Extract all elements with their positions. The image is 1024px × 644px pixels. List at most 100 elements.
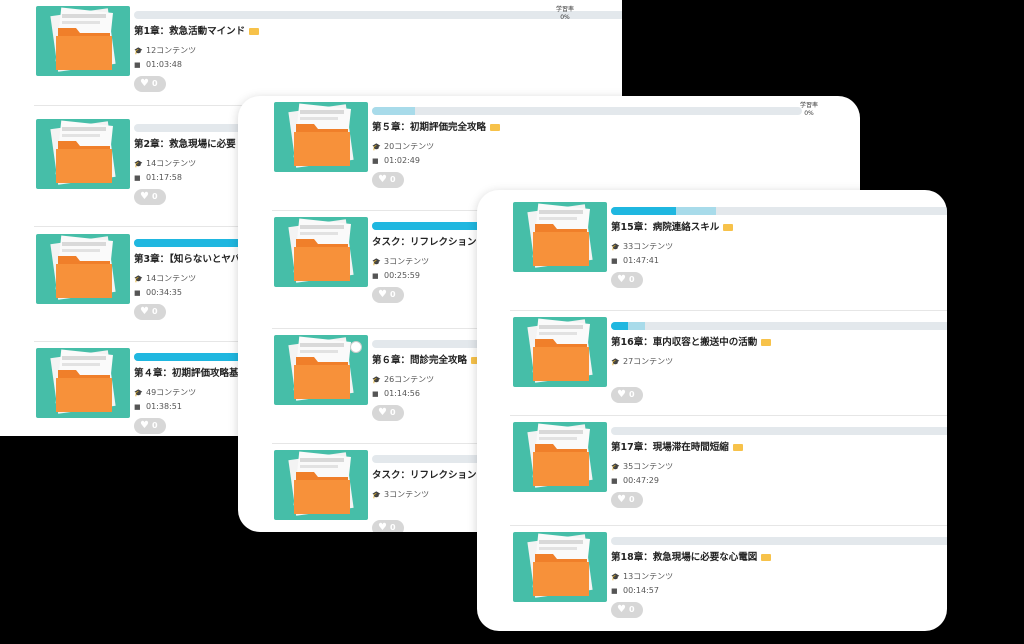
course-thumbnail[interactable]	[274, 450, 368, 520]
course-title-text: 第６章：問診完全攻略	[372, 355, 468, 366]
course-item[interactable]: 第18章：救急現場に必要な心電図 🎓 13コンテンツ ■ 00:14:57 ♥ 0	[477, 526, 947, 631]
content-count-text: 27コンテンツ	[623, 357, 674, 366]
course-title[interactable]: 第3章：【知らないとヤバ	[134, 251, 255, 265]
like-count: 0	[390, 175, 396, 184]
video-camera-icon: ■	[134, 174, 141, 182]
course-title[interactable]: 第15章：病院連絡スキル	[611, 219, 734, 233]
learning-rate-value: 0%	[804, 110, 814, 117]
course-thumbnail[interactable]	[274, 217, 368, 287]
course-thumbnail[interactable]	[513, 202, 607, 272]
heart-icon: ♥	[378, 522, 387, 532]
course-item[interactable]: 第16章：車内収容と搬送中の活動 🎓 27コンテンツ ♥ 0	[477, 311, 947, 416]
graduation-cap-icon: 🎓	[611, 243, 620, 251]
like-button[interactable]: ♥ 0	[134, 418, 166, 434]
course-title[interactable]: 第18章：救急現場に必要な心電図	[611, 549, 772, 563]
content-count: 🎓 49コンテンツ	[134, 387, 196, 398]
like-count: 0	[629, 275, 635, 284]
course-item[interactable]: 学習率 0% 第1章：救急活動マインド 🎓 12コンテンツ ■ 01:03:48 ♥ 0	[0, 0, 622, 106]
graduation-cap-icon: 🎓	[372, 258, 381, 266]
video-duration: ■ 01:38:51	[134, 402, 182, 411]
graduation-cap-icon: 🎓	[134, 275, 143, 283]
course-title[interactable]: タスク：リフレクション	[372, 234, 491, 248]
like-button[interactable]: ♥ 0	[372, 520, 404, 532]
course-thumbnail[interactable]	[274, 102, 368, 172]
video-duration: ■ 01:14:56	[372, 389, 420, 398]
like-button[interactable]: ♥ 0	[611, 387, 643, 403]
course-thumbnail[interactable]	[36, 6, 130, 76]
course-thumbnail[interactable]	[36, 234, 130, 304]
content-count: 🎓 20コンテンツ	[372, 141, 434, 152]
course-title-text: 第５章：初期評価完全攻略	[372, 122, 487, 133]
course-title[interactable]: 第17章：現場滞在時間短縮	[611, 439, 743, 453]
content-count-text: 35コンテンツ	[623, 462, 674, 471]
heart-icon: ♥	[140, 420, 149, 431]
content-count: 🎓 3コンテンツ	[372, 256, 429, 267]
like-count: 0	[629, 390, 635, 399]
content-count: 🎓 26コンテンツ	[372, 374, 434, 385]
heart-icon: ♥	[617, 494, 626, 505]
course-title-text: 第18章：救急現場に必要な心電図	[611, 552, 758, 563]
like-button[interactable]: ♥ 0	[372, 172, 404, 188]
content-count-text: 3コンテンツ	[384, 257, 430, 266]
like-button[interactable]: ♥ 0	[372, 405, 404, 421]
like-button[interactable]: ♥ 0	[611, 602, 643, 618]
course-title[interactable]: 第2章：救急現場に必要	[134, 136, 250, 150]
progress-bar	[611, 537, 947, 545]
content-count-text: 33コンテンツ	[623, 242, 674, 251]
course-thumbnail[interactable]	[36, 348, 130, 418]
like-count: 0	[152, 79, 158, 88]
folder-icon	[50, 235, 116, 300]
progress-complete	[611, 207, 676, 215]
course-title[interactable]: 第４章：初期評価攻略基	[134, 365, 253, 379]
like-button[interactable]: ♥ 0	[134, 304, 166, 320]
video-duration: ■ 01:17:58	[134, 173, 182, 182]
select-circle-icon[interactable]	[350, 341, 362, 353]
heart-icon: ♥	[140, 78, 149, 89]
course-title[interactable]: 第1章：救急活動マインド	[134, 23, 260, 37]
folder-icon	[527, 318, 593, 383]
video-duration-text: 00:34:35	[146, 288, 182, 297]
course-title-text: 第４章：初期評価攻略基	[134, 368, 239, 379]
content-count: 🎓 14コンテンツ	[134, 158, 196, 169]
folder-icon	[50, 7, 116, 72]
folder-icon	[761, 554, 772, 561]
progress-bar	[134, 11, 622, 19]
folder-icon	[732, 444, 743, 451]
course-title[interactable]: 第５章：初期評価完全攻略	[372, 119, 501, 133]
course-thumbnail[interactable]	[513, 532, 607, 602]
course-title-text: 第2章：救急現場に必要	[134, 139, 236, 150]
course-title[interactable]: 第６章：問診完全攻略	[372, 352, 482, 366]
like-count: 0	[152, 192, 158, 201]
folder-icon	[249, 28, 260, 35]
course-thumbnail[interactable]	[513, 422, 607, 492]
content-count-text: 12コンテンツ	[146, 46, 197, 55]
course-title-text: 第17章：現場滞在時間短縮	[611, 442, 729, 453]
course-thumbnail[interactable]	[274, 335, 368, 405]
folder-icon	[527, 203, 593, 268]
video-duration-text: 00:47:29	[623, 476, 659, 485]
course-thumbnail[interactable]	[36, 119, 130, 189]
like-count: 0	[629, 605, 635, 614]
like-button[interactable]: ♥ 0	[134, 189, 166, 205]
video-duration-text: 00:14:57	[623, 586, 659, 595]
graduation-cap-icon: 🎓	[372, 491, 381, 499]
content-count: 🎓 3コンテンツ	[372, 489, 429, 500]
graduation-cap-icon: 🎓	[372, 143, 381, 151]
content-count-text: 49コンテンツ	[146, 388, 197, 397]
course-item[interactable]: 第17章：現場滞在時間短縮 🎓 35コンテンツ ■ 00:47:29 ♥ 0	[477, 416, 947, 526]
content-count-text: 13コンテンツ	[623, 572, 674, 581]
like-button[interactable]: ♥ 0	[611, 272, 643, 288]
course-title[interactable]: 第16章：車内収容と搬送中の活動	[611, 334, 772, 348]
course-thumbnail[interactable]	[513, 317, 607, 387]
video-duration-text: 01:14:56	[384, 389, 420, 398]
like-count: 0	[390, 408, 396, 417]
like-button[interactable]: ♥ 0	[611, 492, 643, 508]
like-button[interactable]: ♥ 0	[372, 287, 404, 303]
video-duration: ■ 01:03:48	[134, 60, 182, 69]
course-title[interactable]: タスク：リフレクション	[372, 467, 491, 481]
video-duration: ■ 01:47:41	[611, 256, 659, 265]
folder-icon	[527, 533, 593, 598]
course-title-text: 第16章：車内収容と搬送中の活動	[611, 337, 758, 348]
like-button[interactable]: ♥ 0	[134, 76, 166, 92]
course-item[interactable]: 第15章：病院連絡スキル 🎓 33コンテンツ ■ 01:47:41 ♥ 0	[477, 196, 947, 311]
